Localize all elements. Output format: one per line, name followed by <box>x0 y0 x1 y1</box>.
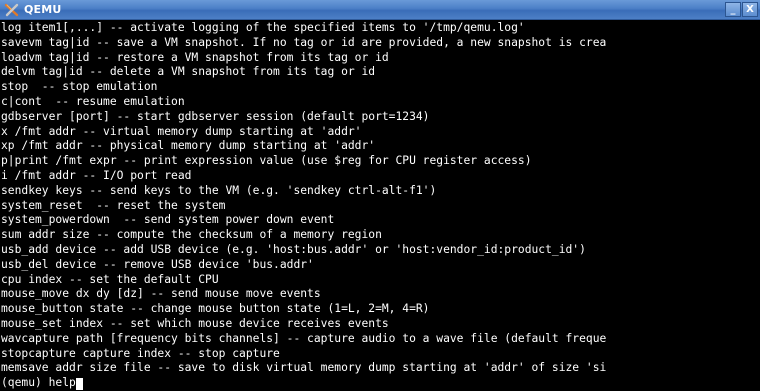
console-line: savevm tag|id -- save a VM snapshot. If … <box>1 35 607 49</box>
close-icon: X <box>746 3 754 15</box>
minimize-button[interactable]: _ <box>725 2 741 17</box>
console-line: p|print /fmt expr -- print expression va… <box>1 154 532 168</box>
console-line: i /fmt addr -- I/O port read <box>1 168 192 182</box>
monitor-prompt[interactable]: (qemu) help <box>1 376 760 391</box>
title-bar[interactable]: QEMU _ X <box>0 0 760 20</box>
console-line: cpu index -- set the default CPU <box>1 272 219 286</box>
console-line: gdbserver [port] -- start gdbserver sess… <box>1 109 430 123</box>
console-line: stopcapture capture index -- stop captur… <box>1 346 280 360</box>
window-controls: _ X <box>725 2 758 18</box>
console-line: system_reset -- reset the system <box>1 198 226 212</box>
minimize-icon: _ <box>730 3 736 15</box>
monitor-console[interactable]: log item1[,...] -- activate logging of t… <box>1 21 760 391</box>
console-line: mouse_button state -- change mouse butto… <box>1 302 430 316</box>
console-line: mouse_move dx dy [dz] -- send mouse move… <box>1 287 321 301</box>
prompt-text: (qemu) help <box>1 376 76 390</box>
qemu-app-icon[interactable] <box>4 2 20 18</box>
console-line: c|cont -- resume emulation <box>1 94 185 108</box>
console-line: delvm tag|id -- delete a VM snapshot fro… <box>1 65 376 79</box>
console-line: system_powerdown -- send system power do… <box>1 213 335 227</box>
console-line: usb_del device -- remove USB device 'bus… <box>1 257 314 271</box>
console-line: loadvm tag|id -- restore a VM snapshot f… <box>1 50 389 64</box>
window-title: QEMU <box>24 3 62 16</box>
console-line: log item1[,...] -- activate logging of t… <box>1 21 525 34</box>
text-cursor <box>75 377 83 390</box>
console-line: memsave addr size file -- save to disk v… <box>1 361 607 375</box>
console-line: stop -- stop emulation <box>1 80 158 94</box>
close-button[interactable]: X <box>742 2 758 17</box>
console-line: wavcapture path [frequency bits channels… <box>1 331 607 345</box>
qemu-window: QEMU _ X log item1[,...] -- activate log… <box>0 0 760 391</box>
console-line: usb_add device -- add USB device (e.g. '… <box>1 242 586 256</box>
console-line: mouse_set index -- set which mouse devic… <box>1 316 389 330</box>
console-line: sendkey keys -- send keys to the VM (e.g… <box>1 183 437 197</box>
console-line: xp /fmt addr -- physical memory dump sta… <box>1 139 376 153</box>
console-line: sum addr size -- compute the checksum of… <box>1 228 382 242</box>
console-line: x /fmt addr -- virtual memory dump start… <box>1 124 362 138</box>
